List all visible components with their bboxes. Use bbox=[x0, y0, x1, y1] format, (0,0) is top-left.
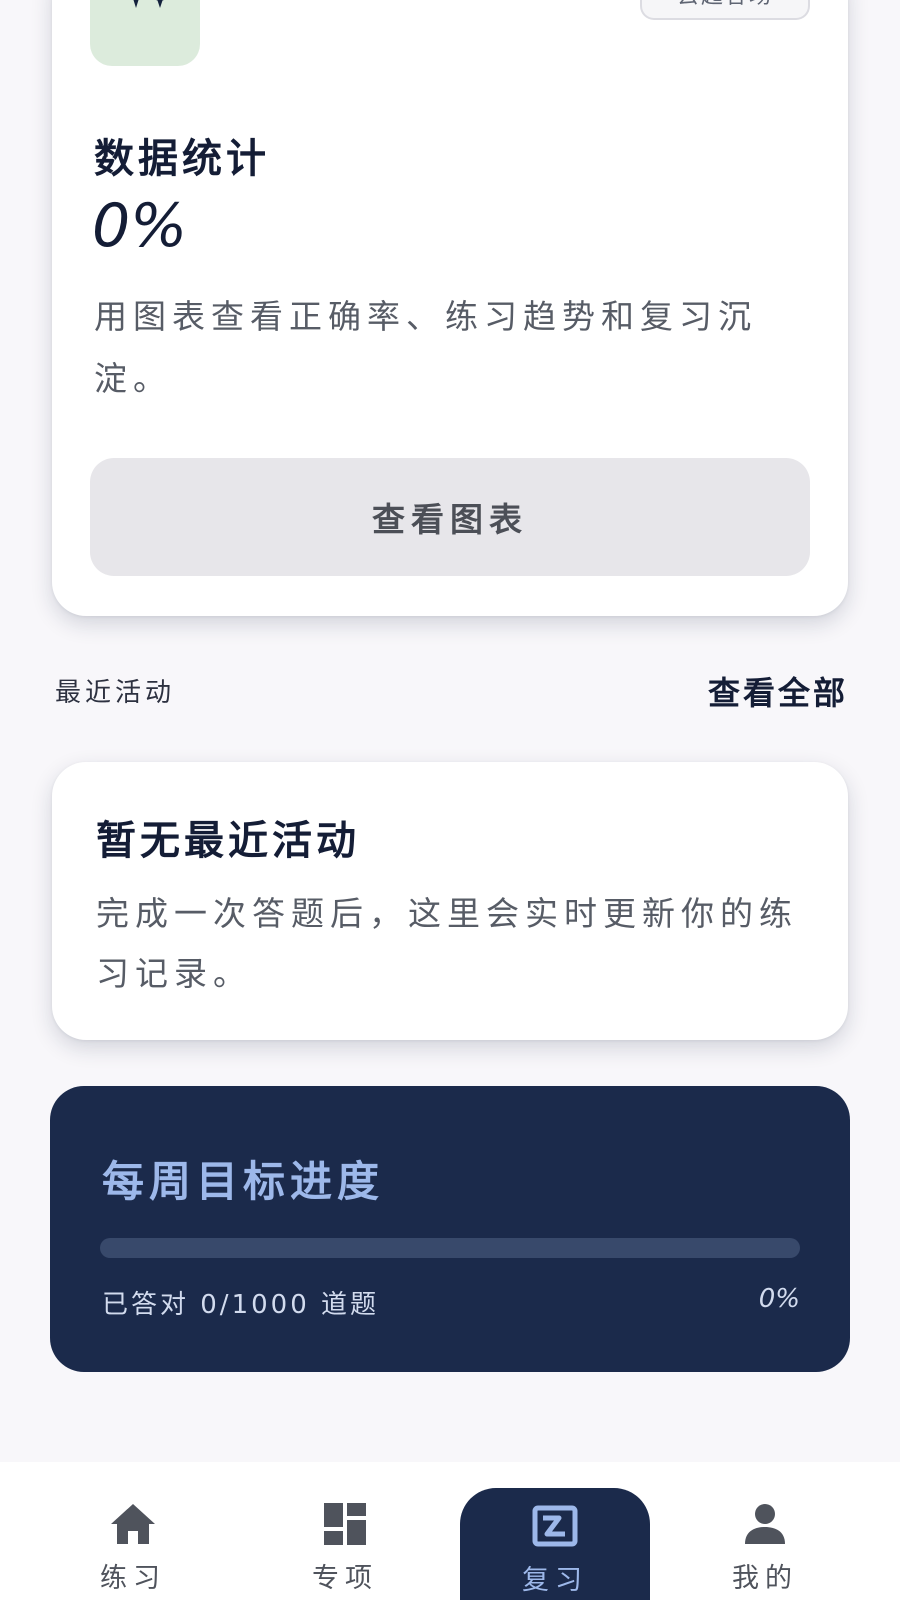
stats-value: 0% bbox=[92, 191, 188, 261]
sparkle-icon bbox=[133, 0, 164, 8]
view-all-link[interactable]: 查看全部 bbox=[708, 668, 848, 714]
empty-activity-title: 暂无最近活动 bbox=[96, 818, 360, 864]
dashboard-icon bbox=[324, 1503, 366, 1545]
stats-description: 用图表查看正确率、练习趋势和复习沉淀。 bbox=[94, 297, 757, 398]
home-icon bbox=[111, 1504, 155, 1544]
nav-label-review: 复习 bbox=[522, 1565, 588, 1596]
nav-label-practice: 练习 bbox=[100, 1563, 166, 1594]
nav-label-mine: 我的 bbox=[732, 1563, 798, 1594]
review-page: 去起答场 数据统计 0% 用图表查看正确率、练习趋势和复习沉淀。 查看图表 最近… bbox=[0, 0, 900, 1600]
nav-item-review[interactable]: 复习 bbox=[460, 1488, 650, 1600]
weekly-goal-title: 每周目标进度 bbox=[102, 1157, 385, 1206]
empty-activity-description: 完成一次答题后，这里会实时更新你的练习记录。 bbox=[96, 894, 798, 993]
weekly-goal-progress-bar bbox=[100, 1238, 800, 1258]
bottom-nav: 练习 专项 复习 我的 bbox=[0, 1462, 900, 1600]
weekly-goal-caption: 已答对 0/1000 道题 bbox=[102, 1290, 379, 1320]
start-quiz-chip[interactable]: 去起答场 bbox=[640, 0, 810, 20]
person-icon bbox=[745, 1504, 785, 1544]
view-chart-button[interactable]: 查看图表 bbox=[90, 458, 810, 576]
stats-card: 去起答场 数据统计 0% 用图表查看正确率、练习趋势和复习沉淀。 查看图表 bbox=[52, 0, 848, 616]
sparkle-tile bbox=[90, 0, 200, 66]
nav-label-special: 专项 bbox=[312, 1563, 378, 1594]
weekly-goal-card: 每周目标进度 已答对 0/1000 道题 0% bbox=[50, 1086, 850, 1372]
nav-item-practice[interactable]: 练习 bbox=[38, 1486, 228, 1600]
nav-item-special[interactable]: 专项 bbox=[250, 1486, 440, 1600]
recent-activity-label: 最近活动 bbox=[55, 678, 176, 708]
nav-item-mine[interactable]: 我的 bbox=[670, 1486, 860, 1600]
weekly-goal-percent: 0% bbox=[758, 1284, 800, 1314]
start-quiz-chip-label: 去起答场 bbox=[642, 0, 808, 10]
recent-activity-card: 暂无最近活动 完成一次答题后，这里会实时更新你的练习记录。 bbox=[52, 762, 848, 1040]
stats-title: 数据统计 bbox=[94, 136, 270, 182]
review-icon bbox=[532, 1505, 578, 1547]
